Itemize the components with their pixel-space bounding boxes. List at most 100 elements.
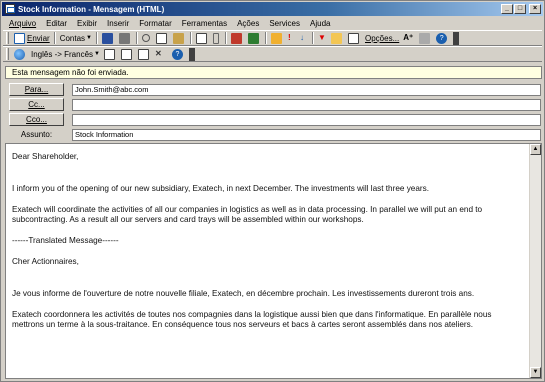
copy-button[interactable]: [154, 31, 171, 45]
options-label: Opções...: [365, 33, 400, 43]
send-button[interactable]: Enviar: [12, 31, 52, 45]
low-priority-button[interactable]: ↓: [298, 31, 310, 45]
translate-window-button[interactable]: [119, 47, 136, 61]
flag-icon: ▼: [318, 32, 326, 42]
toolbar-separator: [190, 32, 192, 44]
menu-ferramentas[interactable]: Ferramentas: [182, 19, 227, 28]
translated-paragraph: Je vous informe de l'ouverture de notre …: [12, 288, 475, 298]
message-icon[interactable]: [5, 4, 15, 14]
close-button[interactable]: ×: [529, 4, 541, 14]
to-button[interactable]: Para...: [9, 83, 64, 96]
subject-row: Assunto: Stock Information: [5, 128, 542, 141]
translation-toolbar: Inglês -> Francês ▼ ✕ ?: [3, 46, 542, 62]
address-book-icon: [231, 32, 242, 44]
body-paragraph: I inform you of the opening of our new s…: [12, 183, 430, 193]
toolbar-separator: [225, 32, 227, 44]
menu-exibir[interactable]: Exibir: [77, 19, 97, 28]
paperclip-icon: [213, 32, 219, 44]
spelling-button[interactable]: [246, 31, 263, 45]
cc-field[interactable]: [72, 98, 541, 111]
translation-help-button[interactable]: ?: [170, 47, 187, 61]
translation-separator: ------Translated Message------: [12, 236, 119, 245]
cc-button[interactable]: Cc...: [9, 98, 64, 111]
font-button[interactable]: A⁺: [401, 31, 417, 45]
to-button-label: Para...: [24, 85, 49, 94]
subject-label: Assunto:: [20, 130, 53, 139]
high-priority-button[interactable]: !: [286, 31, 298, 45]
toolbar-separator: [96, 32, 98, 44]
paste-icon: [173, 32, 184, 44]
signature-button[interactable]: [269, 31, 286, 45]
arrow-down-icon: ↓: [300, 32, 304, 42]
menu-formatar[interactable]: Formatar: [139, 19, 171, 28]
chevron-down-icon: ▼: [86, 35, 92, 41]
menu-inserir[interactable]: Inserir: [107, 19, 129, 28]
language-icon: [419, 32, 431, 44]
send-label: Enviar: [27, 33, 50, 43]
check-names-icon: [196, 32, 207, 44]
title-bar[interactable]: Stock Information - Mensagem (HTML) _ □ …: [2, 2, 543, 16]
menu-ajuda[interactable]: Ajuda: [310, 19, 330, 28]
help-button[interactable]: ?: [434, 31, 451, 45]
scroll-up-button[interactable]: ▲: [530, 144, 541, 155]
send-icon: [14, 32, 25, 44]
vertical-scrollbar[interactable]: ▲ ▼: [529, 144, 541, 378]
accounts-label: Contas: [59, 33, 86, 43]
exclamation-icon: !: [288, 32, 291, 42]
flag-button[interactable]: ▼: [316, 31, 329, 45]
toolbar-overflow[interactable]: [453, 31, 460, 45]
spelling-icon: [248, 32, 259, 44]
message-body[interactable]: Dear Shareholder, I inform you of the op…: [5, 143, 542, 379]
message-body-text[interactable]: Dear Shareholder, I inform you of the op…: [12, 152, 522, 331]
globe-icon: [14, 48, 25, 60]
address-book-button[interactable]: [229, 31, 246, 45]
check-names-button[interactable]: [194, 31, 211, 45]
bcc-field[interactable]: [72, 113, 541, 126]
translated-paragraph: Exatech coordonnera les activités de tou…: [12, 309, 492, 330]
print-button[interactable]: [117, 31, 134, 45]
scroll-down-button[interactable]: ▼: [530, 367, 541, 378]
options-button[interactable]: Opções...: [363, 31, 401, 45]
folder-button[interactable]: [329, 31, 346, 45]
menu-services[interactable]: Services: [269, 19, 300, 28]
save-button[interactable]: [100, 31, 117, 45]
toolbar-grip[interactable]: [6, 32, 9, 44]
bcc-button[interactable]: Cco...: [9, 113, 64, 126]
font-icon: A⁺: [403, 32, 414, 42]
tools-button[interactable]: ✕: [153, 47, 170, 61]
cc-row: Cc...: [5, 98, 542, 111]
to-row: Para... John.Smith@abc.com: [5, 83, 542, 96]
subject-field[interactable]: Stock Information: [72, 128, 541, 141]
toolbar-overflow[interactable]: [188, 47, 195, 61]
translate-window-icon: [120, 48, 132, 60]
toolbar-separator: [265, 32, 267, 44]
translate-document-icon: [103, 48, 115, 60]
translate-button[interactable]: [12, 47, 29, 61]
window-controls: _ □ ×: [501, 4, 541, 14]
translation-language-value: Inglês -> Francês: [31, 49, 94, 59]
menu-arquivo[interactable]: Arquivo: [9, 19, 36, 28]
menu-acoes[interactable]: Ações: [237, 19, 259, 28]
dictionary-button[interactable]: [136, 47, 153, 61]
cut-button[interactable]: [140, 31, 154, 45]
paste-button[interactable]: [171, 31, 188, 45]
minimize-button[interactable]: _: [501, 4, 513, 14]
bcc-row: Cco...: [5, 113, 542, 126]
translate-doc-button[interactable]: [102, 47, 119, 61]
accounts-button[interactable]: Contas ▼: [58, 31, 94, 45]
translation-language-select[interactable]: Inglês -> Francês ▼: [29, 47, 102, 61]
document-button[interactable]: [346, 31, 363, 45]
greeting: Dear Shareholder,: [12, 152, 79, 161]
translated-greeting: Cher Actionnaires,: [12, 257, 79, 266]
chevron-down-icon: ▼: [94, 51, 100, 57]
to-field[interactable]: John.Smith@abc.com: [72, 83, 541, 96]
attach-button[interactable]: [211, 31, 223, 45]
toolbar-grip[interactable]: [6, 48, 9, 60]
maximize-button[interactable]: □: [514, 4, 526, 14]
print-icon: [119, 32, 130, 44]
language-button[interactable]: [417, 31, 434, 45]
menu-editar[interactable]: Editar: [46, 19, 67, 28]
help-icon: ?: [171, 48, 183, 60]
signature-icon: [271, 32, 282, 44]
help-icon: ?: [436, 32, 448, 44]
